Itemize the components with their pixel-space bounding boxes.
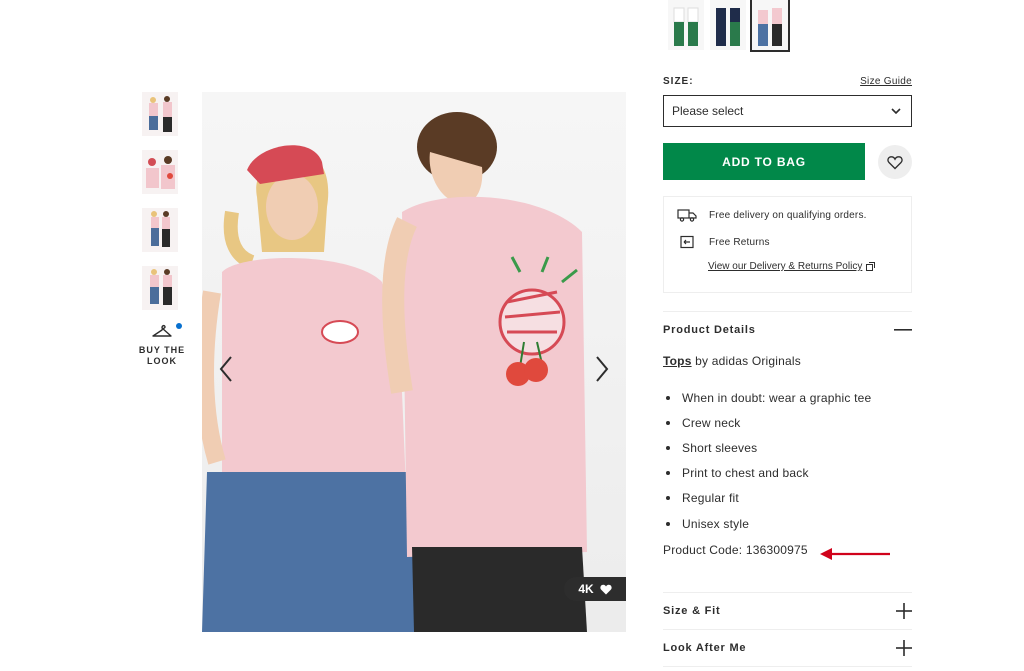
list-item: Crew neck <box>663 410 912 435</box>
buy-the-look-label: BUY THE LOOK <box>138 345 186 366</box>
free-returns-text: Free Returns <box>709 236 770 248</box>
next-image-button[interactable] <box>590 352 614 386</box>
previous-image-button[interactable] <box>214 352 238 386</box>
free-returns-row: Free Returns <box>677 234 898 250</box>
size-header: SIZE: Size Guide <box>663 74 912 88</box>
save-for-later-button[interactable] <box>878 145 912 179</box>
swatch-3-image <box>752 0 788 50</box>
brand-text: by adidas Originals <box>691 354 801 368</box>
divider <box>663 666 912 667</box>
thumbnail-3-image <box>142 208 178 252</box>
delivery-info-box: Free delivery on qualifying orders. Free… <box>663 196 912 293</box>
look-after-me-header[interactable]: Look After Me <box>663 629 912 666</box>
heart-icon <box>887 155 903 169</box>
plus-icon <box>896 603 912 619</box>
list-item: When in doubt: wear a graphic tee <box>663 385 912 410</box>
product-details-header[interactable]: Product Details <box>663 311 912 348</box>
truck-icon <box>677 209 697 222</box>
4k-view-badge[interactable]: 4K <box>564 577 626 601</box>
product-photo <box>202 92 626 632</box>
look-after-me-title: Look After Me <box>663 642 747 654</box>
swatch-1-image <box>668 0 704 50</box>
annotation-arrow-icon <box>820 548 890 560</box>
policy-link-text: View our Delivery & Returns Policy <box>708 261 863 272</box>
size-fit-header[interactable]: Size & Fit <box>663 592 912 629</box>
list-item: Unisex style <box>663 511 912 536</box>
colour-swatch-1[interactable] <box>668 0 704 50</box>
product-details-title: Product Details <box>663 324 756 336</box>
size-select-value: Please select <box>672 104 744 118</box>
product-main-image[interactable] <box>202 92 626 632</box>
chevron-left-icon <box>219 356 232 382</box>
product-details-body: Tops by adidas Originals When in doubt: … <box>663 354 912 560</box>
thumbnail-3[interactable] <box>142 208 178 252</box>
category-line: Tops by adidas Originals <box>663 354 912 376</box>
thumbnail-1[interactable] <box>142 92 178 136</box>
colour-swatch-3-selected[interactable] <box>750 0 790 52</box>
returns-icon <box>680 235 694 249</box>
thumbnail-1-image <box>142 92 178 136</box>
chevron-right-icon <box>596 356 609 382</box>
thumbnail-list <box>142 92 180 324</box>
minus-icon <box>894 329 912 331</box>
list-item: Short sleeves <box>663 435 912 460</box>
swatch-2-image <box>710 0 746 50</box>
size-guide-link[interactable]: Size Guide <box>860 76 912 87</box>
notification-dot <box>176 323 182 329</box>
product-features-list: When in doubt: wear a graphic tee Crew n… <box>663 385 912 536</box>
size-select[interactable]: Please select <box>663 95 912 127</box>
thumbnail-4-image <box>142 266 178 310</box>
colour-swatch-2[interactable] <box>710 0 746 50</box>
thumbnail-2[interactable] <box>142 150 178 194</box>
buy-the-look-button[interactable]: BUY THE LOOK <box>138 323 186 367</box>
free-delivery-row: Free delivery on qualifying orders. <box>677 207 898 223</box>
size-fit-title: Size & Fit <box>663 605 721 617</box>
free-delivery-text: Free delivery on qualifying orders. <box>709 209 867 221</box>
thumbnail-2-image <box>142 150 178 194</box>
chevron-down-icon <box>891 108 901 114</box>
badge-label: 4K <box>578 582 594 596</box>
delivery-returns-policy-link[interactable]: View our Delivery & Returns Policy <box>708 261 876 272</box>
list-item: Regular fit <box>663 486 912 511</box>
colour-swatches <box>668 0 790 52</box>
list-item: Print to chest and back <box>663 461 912 486</box>
external-link-icon <box>866 262 876 271</box>
category-link[interactable]: Tops <box>663 354 692 368</box>
size-label: SIZE: <box>663 75 694 87</box>
hanger-icon <box>152 324 172 337</box>
thumbnail-4[interactable] <box>142 266 178 310</box>
heart-icon <box>600 584 612 594</box>
plus-icon <box>896 640 912 656</box>
add-to-bag-button[interactable]: ADD TO BAG <box>663 143 865 180</box>
